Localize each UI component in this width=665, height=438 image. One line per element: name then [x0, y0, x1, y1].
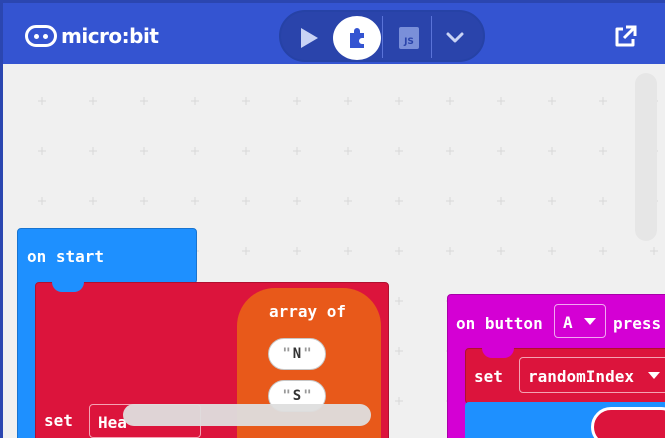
puzzle-icon [350, 28, 364, 48]
js-file-icon: JS [399, 27, 419, 49]
block-notch [52, 282, 84, 292]
play-icon [301, 28, 318, 48]
block-notch [482, 348, 514, 358]
variable-name: randomIndex [528, 367, 634, 386]
string-input-n[interactable]: " N " [268, 338, 326, 370]
svg-text:JS: JS [403, 37, 414, 47]
toggle-divider [382, 16, 383, 58]
on-start-spine [17, 274, 37, 438]
logo-text: micro:bit [61, 24, 159, 48]
chevron-down-icon [584, 318, 596, 325]
open-external-icon[interactable] [611, 23, 639, 51]
blocks-mode-button[interactable] [333, 16, 381, 60]
chevron-down-icon [446, 32, 464, 43]
variable-reporter[interactable] [591, 407, 665, 438]
quote-close: " [303, 346, 312, 362]
chevron-down-icon [648, 372, 660, 379]
horizontal-scrollbar[interactable] [123, 404, 371, 426]
set-keyword: set [44, 411, 73, 430]
button-value: A [563, 313, 573, 332]
on-start-label: on start [27, 247, 105, 266]
javascript-mode-button[interactable]: JS [385, 16, 433, 60]
vertical-scrollbar[interactable] [635, 73, 657, 241]
microbit-logo[interactable]: micro:bit [25, 23, 159, 49]
quote-open: " [282, 388, 291, 404]
pressed-label: press [613, 314, 662, 333]
on-start-block[interactable]: on start [17, 228, 197, 284]
set-keyword: set [474, 367, 503, 386]
quote-close: " [303, 388, 312, 404]
microbit-logo-icon [25, 25, 57, 47]
top-bar: micro:bit JS [0, 0, 665, 64]
blocks-workspace[interactable]: on start set Hea array of " N " " S " on but… [0, 64, 665, 438]
more-languages-button[interactable] [431, 16, 479, 60]
on-button-label: on button [456, 314, 543, 333]
simulator-button[interactable] [285, 16, 333, 60]
variable-dropdown[interactable]: randomIndex [519, 357, 665, 393]
quote-open: " [282, 346, 291, 362]
editor-mode-toggle: JS [279, 10, 485, 62]
button-dropdown[interactable]: A [554, 304, 606, 338]
array-of-label: array of [269, 302, 347, 321]
